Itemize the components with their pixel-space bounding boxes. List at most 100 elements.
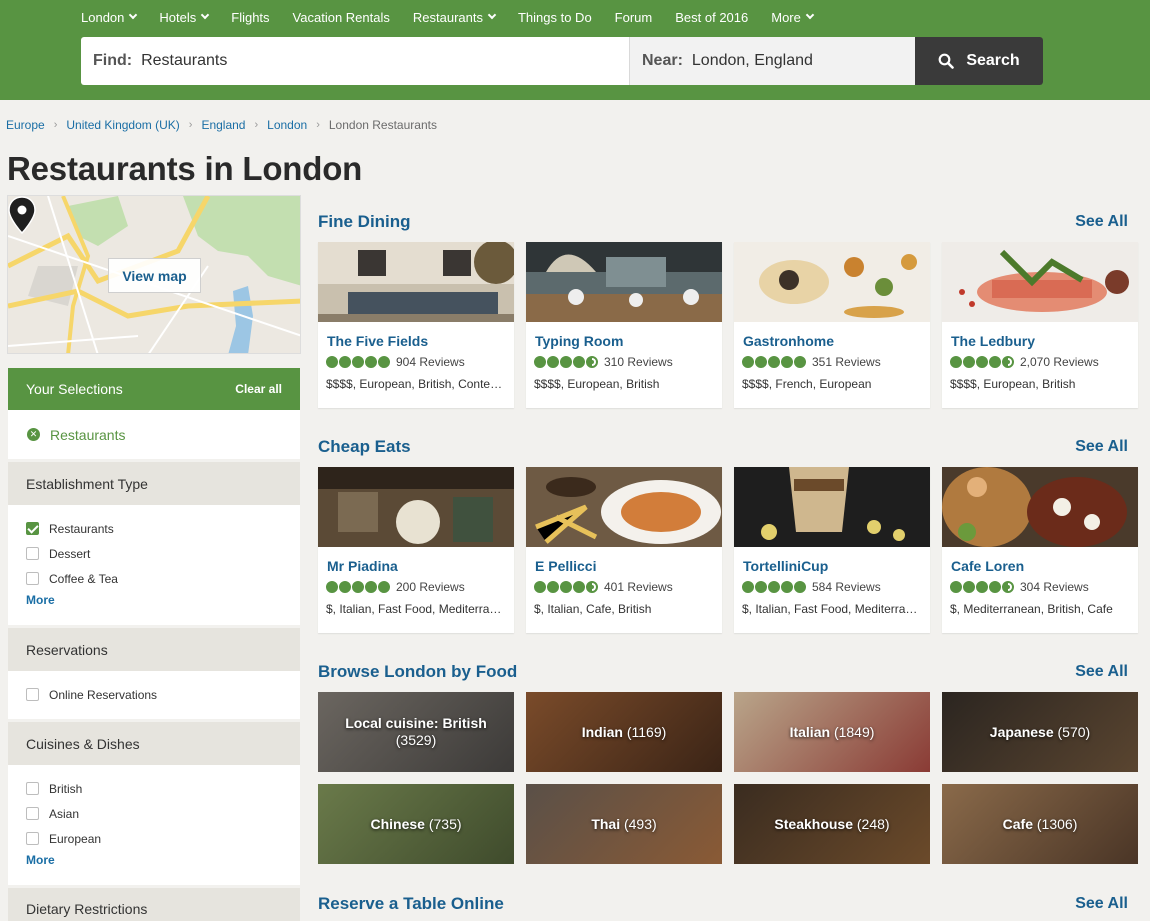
filter-option[interactable]: Online Reservations: [26, 682, 300, 707]
filter-option[interactable]: Asian: [26, 801, 300, 826]
nav-hotels[interactable]: Hotels: [159, 9, 210, 25]
restaurant-card[interactable]: TortelliniCup 584 Reviews $, Italian, Fa…: [734, 467, 930, 633]
nav-things-to-do[interactable]: Things to Do: [518, 9, 592, 25]
restaurant-card[interactable]: Cafe Loren 304 Reviews $, Mediterranean,…: [942, 467, 1138, 633]
filter-header-establishment[interactable]: Establishment Type: [8, 462, 300, 505]
near-input[interactable]: Near: London, England: [630, 37, 915, 85]
restaurant-card[interactable]: The Ledbury 2,070 Reviews $$$$, European…: [942, 242, 1138, 408]
checkbox[interactable]: [26, 572, 39, 585]
bubble-icon: [573, 581, 585, 593]
nav-forum[interactable]: Forum: [615, 9, 653, 25]
restaurant-photo: [526, 242, 722, 322]
active-selection[interactable]: ✕ Restaurants: [8, 410, 300, 459]
restaurant-name[interactable]: Cafe Loren: [951, 558, 1024, 574]
review-count[interactable]: 310 Reviews: [604, 355, 673, 369]
filter-option[interactable]: British: [26, 776, 300, 801]
find-value[interactable]: Restaurants: [141, 52, 227, 70]
food-tile-indian[interactable]: Indian (1169): [526, 692, 722, 772]
restaurant-card[interactable]: Gastronhome 351 Reviews $$$$, French, Eu…: [734, 242, 930, 408]
bubble-icon: [755, 581, 767, 593]
section-title-browse-by-food[interactable]: Browse London by Food: [318, 662, 517, 682]
review-count[interactable]: 401 Reviews: [604, 580, 673, 594]
restaurant-name[interactable]: Gastronhome: [743, 333, 834, 349]
restaurant-name[interactable]: The Five Fields: [327, 333, 428, 349]
checkbox-checked[interactable]: [26, 522, 39, 535]
map-thumbnail[interactable]: View map: [7, 195, 301, 354]
review-count[interactable]: 584 Reviews: [812, 580, 881, 594]
restaurant-card[interactable]: The Five Fields 904 Reviews $$$$, Europe…: [318, 242, 514, 408]
nav-london[interactable]: London: [81, 9, 138, 25]
search-icon: [938, 53, 955, 69]
restaurant-card[interactable]: Mr Piadina 200 Reviews $, Italian, Fast …: [318, 467, 514, 633]
nav-more[interactable]: More: [771, 9, 815, 25]
bubble-icon: [976, 356, 988, 368]
breadcrumb-link[interactable]: London: [267, 118, 307, 132]
filter-option[interactable]: Coffee & Tea: [26, 566, 300, 591]
rating-bubbles: 304 Reviews: [950, 580, 1089, 594]
nav-restaurants[interactable]: Restaurants: [413, 9, 497, 25]
see-all-link[interactable]: See All: [1075, 438, 1128, 456]
food-tile-thai[interactable]: Thai (493): [526, 784, 722, 864]
review-count[interactable]: 200 Reviews: [396, 580, 465, 594]
filter-option[interactable]: Restaurants: [26, 516, 300, 541]
see-all-link[interactable]: See All: [1075, 213, 1128, 231]
restaurant-name[interactable]: E Pellicci: [535, 558, 596, 574]
checkbox[interactable]: [26, 688, 39, 701]
checkbox[interactable]: [26, 807, 39, 820]
page-title: Restaurants in London: [7, 150, 363, 187]
selections-title: Your Selections: [26, 381, 123, 397]
section-title-cheap-eats[interactable]: Cheap Eats: [318, 437, 411, 457]
chevron-down-icon: [487, 10, 497, 20]
view-map-button[interactable]: View map: [108, 258, 201, 293]
see-all-link[interactable]: See All: [1075, 663, 1128, 681]
food-tile-japanese[interactable]: Japanese (570): [942, 692, 1138, 772]
food-tile-chinese[interactable]: Chinese (735): [318, 784, 514, 864]
section-title-reserve-table[interactable]: Reserve a Table Online: [318, 894, 504, 914]
clear-all-link[interactable]: Clear all: [235, 382, 282, 396]
review-count[interactable]: 2,070 Reviews: [1020, 355, 1099, 369]
nav-vacation-rentals[interactable]: Vacation Rentals: [293, 9, 390, 25]
top-nav: London Hotels Flights Vacation Rentals R…: [81, 9, 836, 25]
restaurant-card[interactable]: E Pellicci 401 Reviews $, Italian, Cafe,…: [526, 467, 722, 633]
nav-flights[interactable]: Flights: [231, 9, 269, 25]
filter-option[interactable]: Dessert: [26, 541, 300, 566]
food-tile-italian[interactable]: Italian (1849): [734, 692, 930, 772]
restaurant-card[interactable]: Typing Room 310 Reviews $$$$, European, …: [526, 242, 722, 408]
filter-option[interactable]: European: [26, 826, 300, 851]
food-tile-british[interactable]: Local cuisine: British (3529): [318, 692, 514, 772]
restaurant-name[interactable]: TortelliniCup: [743, 558, 828, 574]
section-title-fine-dining[interactable]: Fine Dining: [318, 212, 411, 232]
restaurant-name[interactable]: The Ledbury: [951, 333, 1035, 349]
search-button[interactable]: Search: [915, 37, 1043, 85]
filter-header-dietary[interactable]: Dietary Restrictions: [8, 888, 300, 921]
review-count[interactable]: 351 Reviews: [812, 355, 881, 369]
more-link[interactable]: More: [26, 593, 300, 607]
see-all-link[interactable]: See All: [1075, 895, 1128, 913]
bubble-icon: [365, 581, 377, 593]
map-pin-icon: [8, 196, 36, 234]
checkbox[interactable]: [26, 782, 39, 795]
review-count[interactable]: 904 Reviews: [396, 355, 465, 369]
checkbox[interactable]: [26, 547, 39, 560]
food-tile-steakhouse[interactable]: Steakhouse (248): [734, 784, 930, 864]
cuisine-name: Thai: [591, 815, 621, 832]
near-value[interactable]: London, England: [692, 52, 813, 70]
find-input[interactable]: Find: Restaurants: [81, 37, 630, 85]
bubble-icon: [352, 356, 364, 368]
filter-header-reservations[interactable]: Reservations: [8, 628, 300, 671]
review-count[interactable]: 304 Reviews: [1020, 580, 1089, 594]
bubble-icon: [989, 356, 1001, 368]
restaurant-name[interactable]: Typing Room: [535, 333, 623, 349]
food-tile-cafe[interactable]: Cafe (1306): [942, 784, 1138, 864]
breadcrumb-link[interactable]: United Kingdom (UK): [66, 118, 179, 132]
nav-best-of[interactable]: Best of 2016: [675, 9, 748, 25]
breadcrumb-link[interactable]: Europe: [6, 118, 45, 132]
filter-header-cuisines[interactable]: Cuisines & Dishes: [8, 722, 300, 765]
nav-label: London: [81, 9, 125, 25]
remove-x-icon[interactable]: ✕: [27, 428, 40, 441]
checkbox[interactable]: [26, 832, 39, 845]
breadcrumb-separator-icon: ›: [316, 119, 320, 131]
breadcrumb-link[interactable]: England: [201, 118, 245, 132]
restaurant-name[interactable]: Mr Piadina: [327, 558, 398, 574]
more-link[interactable]: More: [26, 853, 300, 867]
